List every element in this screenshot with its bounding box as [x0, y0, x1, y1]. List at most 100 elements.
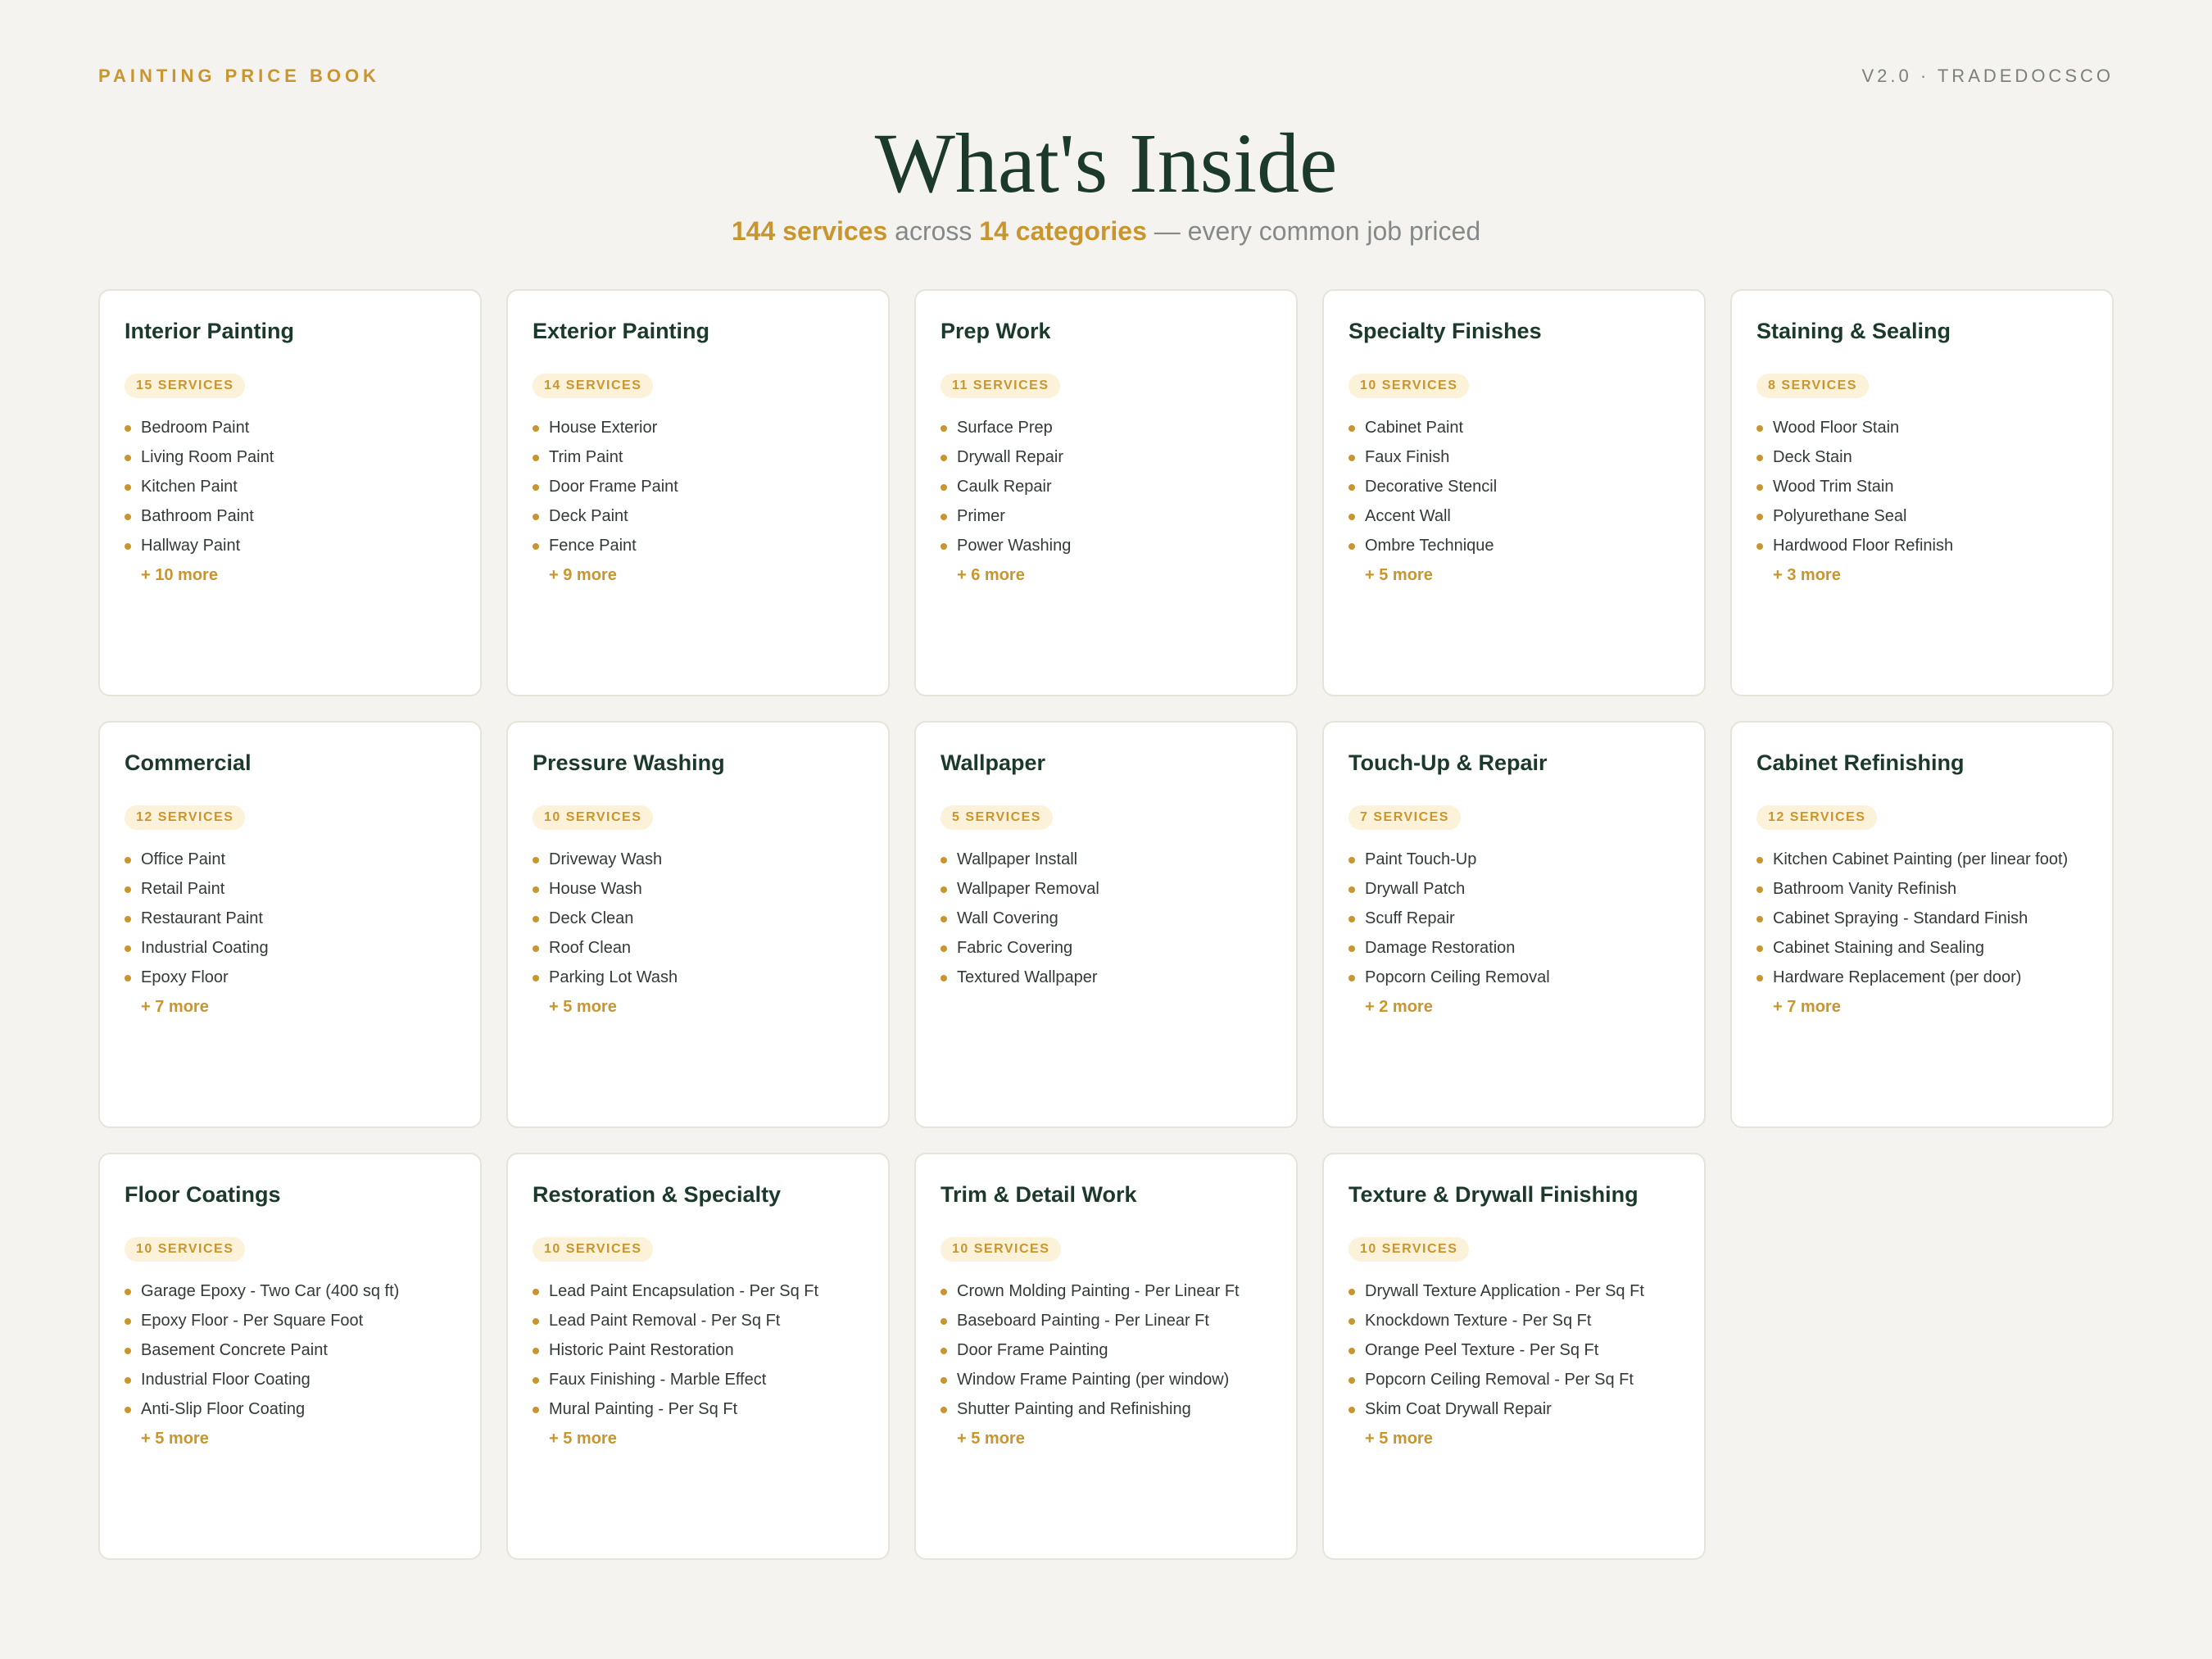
service-item: Drywall Repair — [941, 442, 1271, 472]
bullet-dot-icon — [1756, 484, 1763, 492]
service-item-label: Accent Wall — [1365, 507, 1451, 526]
bullet-dot-icon — [941, 1377, 947, 1385]
service-item: Knockdown Texture - Per Sq Ft — [1349, 1306, 1679, 1335]
bullet-dot-icon — [941, 916, 947, 923]
bullet-dot-icon — [1349, 514, 1355, 521]
service-list: Paint Touch-Up Drywall Patch Scuff Repair D… — [1349, 845, 1679, 992]
service-item-label: Wood Floor Stain — [1773, 419, 1900, 437]
category-card: Restoration & Specialty 10 SERVICES Lead P… — [506, 1153, 890, 1560]
service-item-label: Bathroom Vanity Refinish — [1773, 880, 1957, 899]
service-item-label: Power Washing — [957, 537, 1072, 555]
service-item: Surface Prep — [941, 413, 1271, 442]
bullet-dot-icon — [1756, 514, 1763, 521]
service-item-label: Lead Paint Encapsulation - Per Sq Ft — [549, 1282, 819, 1301]
service-item-label: Fabric Covering — [957, 939, 1073, 958]
service-item: Anti-Slip Floor Coating — [125, 1394, 456, 1424]
category-card: Texture & Drywall Finishing 10 SERVICES Dr… — [1322, 1153, 1706, 1560]
service-item: Wall Covering — [941, 904, 1271, 933]
bullet-dot-icon — [1349, 1289, 1355, 1296]
service-item-label: Lead Paint Removal - Per Sq Ft — [549, 1312, 781, 1330]
service-item-label: Surface Prep — [957, 419, 1053, 437]
service-item-label: Deck Stain — [1773, 448, 1852, 467]
service-item: Lead Paint Removal - Per Sq Ft — [533, 1306, 863, 1335]
category-card: Floor Coatings 10 SERVICES Garage Epoxy - … — [98, 1153, 482, 1560]
service-item: Cabinet Spraying - Standard Finish — [1756, 904, 2087, 933]
service-item-label: Scuff Repair — [1365, 909, 1455, 928]
service-item: Epoxy Floor — [125, 963, 456, 992]
category-card: Prep Work 11 SERVICES Surface Prep Drywall … — [914, 289, 1298, 696]
services-badge: 14 SERVICES — [533, 374, 654, 399]
service-item-label: Wood Trim Stain — [1773, 478, 1894, 496]
bullet-dot-icon — [1349, 484, 1355, 492]
bullet-dot-icon — [1349, 1318, 1355, 1326]
more-services-link: + 5 more — [957, 1430, 1025, 1448]
service-list: Garage Epoxy - Two Car (400 sq ft) Epoxy … — [125, 1276, 456, 1424]
service-item: Orange Peel Texture - Per Sq Ft — [1349, 1335, 1679, 1365]
bullet-dot-icon — [125, 1318, 131, 1326]
bullet-dot-icon — [533, 484, 539, 492]
more-services-link: + 9 more — [549, 566, 617, 585]
services-badge: 10 SERVICES — [533, 805, 654, 831]
more-services-link: + 7 more — [1773, 998, 1841, 1017]
service-item-label: Kitchen Cabinet Painting (per linear foo… — [1773, 850, 2069, 869]
category-title: Trim & Detail Work — [941, 1182, 1137, 1207]
category-card: Pressure Washing 10 SERVICES Driveway Wash… — [506, 721, 890, 1128]
category-title: Touch-Up & Repair — [1349, 750, 1548, 775]
bullet-dot-icon — [125, 514, 131, 521]
bullet-dot-icon — [1349, 1377, 1355, 1385]
service-item: Deck Clean — [533, 904, 863, 933]
bullet-dot-icon — [1349, 1348, 1355, 1355]
category-card: Interior Painting 15 SERVICES Bedroom Pain… — [98, 289, 482, 696]
service-item-label: Drywall Repair — [957, 448, 1064, 467]
subtitle-rest: — every common job priced — [1146, 216, 1481, 246]
service-item-label: Parking Lot Wash — [549, 968, 678, 987]
bullet-dot-icon — [941, 425, 947, 433]
bullet-dot-icon — [1349, 455, 1355, 462]
category-card: Trim & Detail Work 10 SERVICES Crown Moldi… — [914, 1153, 1298, 1560]
category-title: Restoration & Specialty — [533, 1182, 782, 1207]
service-item-label: Fence Paint — [549, 537, 637, 555]
category-title: Texture & Drywall Finishing — [1349, 1182, 1639, 1207]
service-item-label: Faux Finish — [1365, 448, 1450, 467]
service-list: Wood Floor Stain Deck Stain Wood Trim Stai… — [1756, 413, 2087, 560]
bullet-dot-icon — [1349, 916, 1355, 923]
bullet-dot-icon — [533, 1377, 539, 1385]
service-item: Wood Trim Stain — [1756, 472, 2087, 501]
bullet-dot-icon — [1756, 857, 1763, 864]
more-services-link: + 5 more — [1365, 566, 1433, 585]
service-item-label: Crown Molding Painting - Per Linear Ft — [957, 1282, 1240, 1301]
category-card: Commercial 12 SERVICES Office Paint Retail … — [98, 721, 482, 1128]
category-title: Exterior Painting — [533, 319, 710, 343]
service-item-label: Restaurant Paint — [141, 909, 263, 928]
bullet-dot-icon — [533, 1407, 539, 1414]
category-title: Commercial — [125, 750, 252, 775]
service-item-label: Textured Wallpaper — [957, 968, 1098, 987]
more-services-link: + 10 more — [141, 566, 218, 585]
service-item: Baseboard Painting - Per Linear Ft — [941, 1306, 1271, 1335]
service-item: Skim Coat Drywall Repair — [1349, 1394, 1679, 1424]
version-label: V2.0 · TRADEDOCSCO — [1861, 66, 2114, 86]
service-list: Crown Molding Painting - Per Linear Ft Ba… — [941, 1276, 1271, 1424]
service-item: Wood Floor Stain — [1756, 413, 2087, 442]
service-item-label: Hallway Paint — [141, 537, 241, 555]
bullet-dot-icon — [1349, 945, 1355, 953]
categories-count: 14 categories — [979, 216, 1147, 246]
bullet-dot-icon — [125, 1407, 131, 1414]
bullet-dot-icon — [533, 1318, 539, 1326]
service-item-label: Retail Paint — [141, 880, 225, 899]
more-services-link: + 5 more — [549, 1430, 617, 1448]
service-item: Deck Paint — [533, 501, 863, 531]
services-badge: 10 SERVICES — [125, 1237, 246, 1262]
bullet-dot-icon — [533, 886, 539, 894]
service-item: Parking Lot Wash — [533, 963, 863, 992]
service-item: Lead Paint Encapsulation - Per Sq Ft — [533, 1276, 863, 1306]
bullet-dot-icon — [533, 1348, 539, 1355]
bullet-dot-icon — [1349, 975, 1355, 982]
service-list: House Exterior Trim Paint Door Frame Paint… — [533, 413, 863, 560]
page-subtitle: 144 services across 14 categories — ever… — [0, 216, 2212, 247]
bullet-dot-icon — [941, 975, 947, 982]
category-title: Specialty Finishes — [1349, 319, 1542, 343]
service-item: Polyurethane Seal — [1756, 501, 2087, 531]
bullet-dot-icon — [125, 886, 131, 894]
bullet-dot-icon — [941, 455, 947, 462]
